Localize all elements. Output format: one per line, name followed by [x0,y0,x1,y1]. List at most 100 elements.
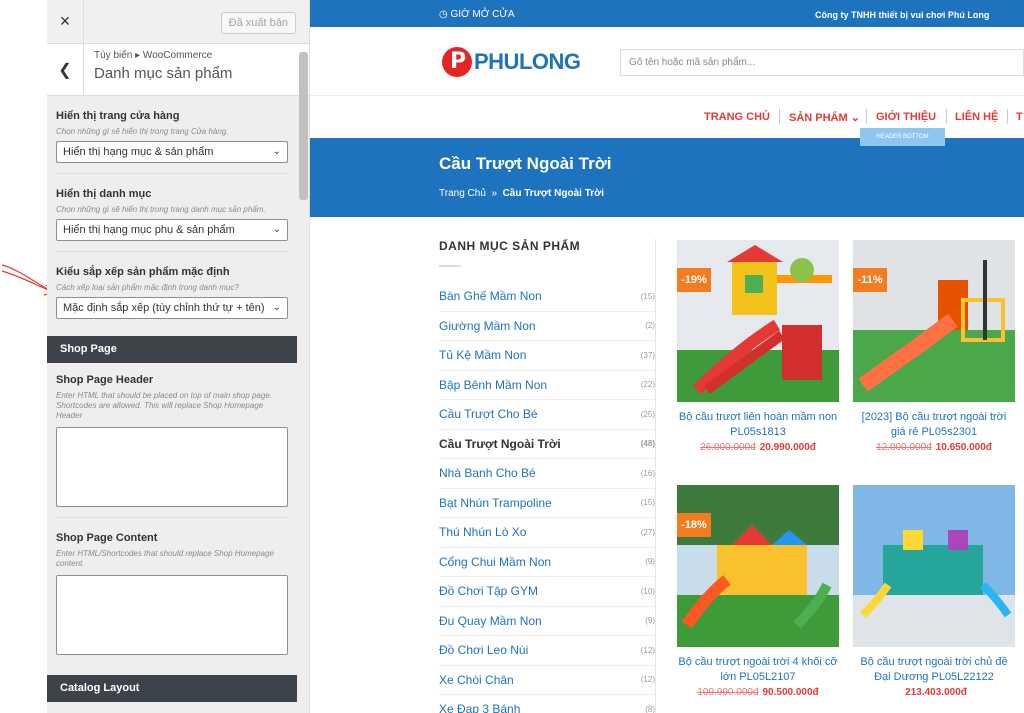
nav-item-home[interactable]: TRANG CHỦ [704,111,770,123]
heading-underline [439,265,461,267]
product-card[interactable]: -11% [2023] Bộ cầu trượt ngoài trời giá … [853,240,1015,453]
category-item[interactable]: Cổng Chui Mầm Non (9) [439,548,656,577]
category-item[interactable]: Bạt Nhún Trampoline (15) [439,489,656,518]
nav-item-products[interactable]: SẢN PHẨM ⌄ [789,111,860,124]
playground-slide-image [853,485,1015,647]
site-logo[interactable]: PHULONG [442,47,581,77]
chevron-down-icon: ⌄ [272,302,281,313]
shop-page-band: Shop Page [47,336,297,363]
category-display-select[interactable]: Hiển thị hạng mục phụ & sản phẩm ⌄ [56,219,288,241]
category-item[interactable]: Xe Đạp 3 Bánh (8) [439,695,656,713]
nav-divider [946,109,947,124]
category-item[interactable]: Giường Mầm Non (2) [439,312,656,341]
search-input[interactable]: Gõ tên hoặc mã sản phẩm... [620,49,1024,76]
product-image[interactable]: -11% [853,240,1015,402]
nav-item-contact[interactable]: LIÊN HỆ [955,111,998,123]
product-name[interactable]: Bộ cầu trượt liên hoàn mầm non PL05s1813 [677,410,839,440]
catalog-layout-band[interactable]: Catalog Layout [47,675,297,702]
company-name: Công ty TNHH thiết bị vui chơi Phú Long [815,10,990,20]
category-item[interactable]: Bập Bênh Mầm Non (22) [439,371,656,400]
playground-slide-image [677,240,839,402]
product-card[interactable]: -18% Bộ cầu trượt ngoài trời 4 khối cỡ l… [677,485,839,698]
category-item[interactable]: Bàn Ghế Mầm Non (15) [439,282,656,312]
sale-badge: -18% [677,513,711,537]
category-item[interactable]: Thú Nhún Lò Xo (27) [439,518,656,548]
product-image[interactable] [853,485,1015,647]
product-price: 109.990.000đ 90.500.000đ [697,687,819,698]
sorting-desc: Cách xếp loại sản phẩm mặc định trong da… [56,283,239,292]
sale-badge: -11% [853,268,887,292]
customizer-header: ❮ Tùy biến ▸ WooCommerce Danh mục sản ph… [47,44,309,96]
shop-page-header-section: Shop Page Header Enter HTML that should … [56,363,288,518]
nav-divider [866,109,867,124]
product-image[interactable]: -18% [677,485,839,647]
product-price: 26.000.000đ 20.990.000đ [700,442,816,453]
close-icon[interactable]: × [47,0,84,44]
sorting-value: Mặc định sắp xếp (tùy chỉnh thứ tự + tên… [63,302,265,314]
sorting-label: Kiểu sắp xếp sản phẩm mặc định [56,266,230,278]
product-name[interactable]: [2023] Bộ cầu trượt ngoài trời giá rẻ PL… [853,410,1015,440]
category-display-value: Hiển thị hạng mục phụ & sản phẩm [63,224,235,236]
logo-text: PHULONG [474,49,581,74]
chevron-down-icon: ⌄ [272,224,281,235]
category-item[interactable]: Tủ Kệ Mầm Non (37) [439,341,656,371]
category-item[interactable]: Cầu Trượt Cho Bé (25) [439,400,656,430]
product-card[interactable]: Bộ cầu trượt ngoài trời chủ đề Đại Dương… [853,485,1015,698]
product-price: 213.403.000đ [905,687,967,698]
page-title-banner: Cầu Trượt Ngoài Trời Trang Chủ » Cầu Trư… [310,138,1024,217]
shop-display-desc: Chọn những gì sẽ hiển thị trong trang Cử… [56,127,229,136]
playground-slide-image [677,485,839,647]
sidebar-divider [655,239,656,713]
breadcrumb: Trang Chủ » Cầu Trượt Ngoài Trời [439,188,604,199]
customizer-panel: × Đã xuất bản ❮ Tùy biến ▸ WooCommerce D… [47,0,310,713]
category-item[interactable]: Đu Quay Mầm Non (9) [439,607,656,636]
customizer-breadcrumb: Tùy biến ▸ WooCommerce [94,50,213,61]
category-item-active[interactable]: Cầu Trượt Ngoài Trời (48) [439,430,656,459]
category-item[interactable]: Đồ Chơi Leo Núi (12) [439,636,656,666]
shop-display-label: Hiển thị trang cửa hàng [56,110,180,122]
category-item[interactable]: Xe Chòi Chân (12) [439,666,656,695]
sale-badge: -19% [677,268,711,292]
nav-item-more[interactable]: T [1016,111,1023,123]
shop-page-header-label: Shop Page Header [56,374,154,386]
back-chevron-icon[interactable]: ❮ [47,44,84,95]
opening-hours-link[interactable]: ◷ GIỜ MỞ CỬA [439,9,515,20]
sorting-section: Kiểu sắp xếp sản phẩm mặc định Cách xếp … [56,252,288,319]
shop-page-content-textarea[interactable] [56,575,288,655]
customizer-title: Danh mục sản phẩm [94,65,233,82]
site-topbar: ◷ GIỜ MỞ CỬA Công ty TNHH thiết bị vui c… [310,0,1024,27]
shop-page-content-section: Shop Page Content Enter HTML/Shortcodes … [56,518,288,655]
shop-page-content-desc: Enter HTML/Shortcodes that should replac… [56,549,274,568]
category-item[interactable]: Đồ Chơi Tập GYM (10) [439,577,656,607]
breadcrumb-current: Cầu Trượt Ngoài Trời [502,188,605,199]
category-display-section: Hiển thị danh mục Chọn những gì sẽ hiển … [56,174,288,252]
shop-display-select[interactable]: Hiển thị hạng mục & sản phẩm ⌄ [56,141,288,163]
sorting-select[interactable]: Mặc định sắp xếp (tùy chỉnh thứ tự + tên… [56,297,288,319]
site-header: PHULONG Gõ tên hoặc mã sản phẩm... [310,27,1024,96]
screenshot-root: × Đã xuất bản ❮ Tùy biến ▸ WooCommerce D… [0,0,1024,713]
product-name[interactable]: Bộ cầu trượt ngoài trời 4 khối cỡ lớn PL… [677,655,839,685]
customizer-scrollbar[interactable] [299,52,308,200]
chevron-down-icon: ⌄ [272,146,281,157]
product-price: 12.000.000đ 10.650.000đ [876,442,992,453]
nav-divider [779,109,780,124]
page-title: Cầu Trượt Ngoài Trời [439,154,612,173]
shop-page-header-desc: Enter HTML that should be placed on top … [56,391,272,420]
header-bottom-badge: HEADER BOTTOM [860,128,945,146]
shop-page-header-textarea[interactable] [56,427,288,507]
product-image[interactable]: -19% [677,240,839,402]
nav-item-about[interactable]: GIỚI THIỆU [876,111,936,123]
shop-display-section: Hiển thị trang cửa hàng Chọn những gì sẽ… [56,96,288,174]
product-card[interactable]: -19% Bộ cầu trượt liên hoàn mầm non PL05… [677,240,839,453]
nav-divider [1007,109,1008,124]
category-display-desc: Chọn những gì sẽ hiển thị trong trang da… [56,205,266,214]
product-name[interactable]: Bộ cầu trượt ngoài trời chủ đề Đại Dương… [853,655,1015,685]
customizer-topbar: × Đã xuất bản [47,0,309,44]
logo-icon [442,47,472,77]
category-display-label: Hiển thị danh mục [56,188,152,200]
category-item[interactable]: Nhà Banh Cho Bé (16) [439,459,656,489]
publish-button[interactable]: Đã xuất bản [220,12,296,34]
category-heading: DANH MỤC SẢN PHẨM [439,239,581,253]
shop-page-content-label: Shop Page Content [56,532,158,544]
breadcrumb-home[interactable]: Trang Chủ [439,188,486,199]
